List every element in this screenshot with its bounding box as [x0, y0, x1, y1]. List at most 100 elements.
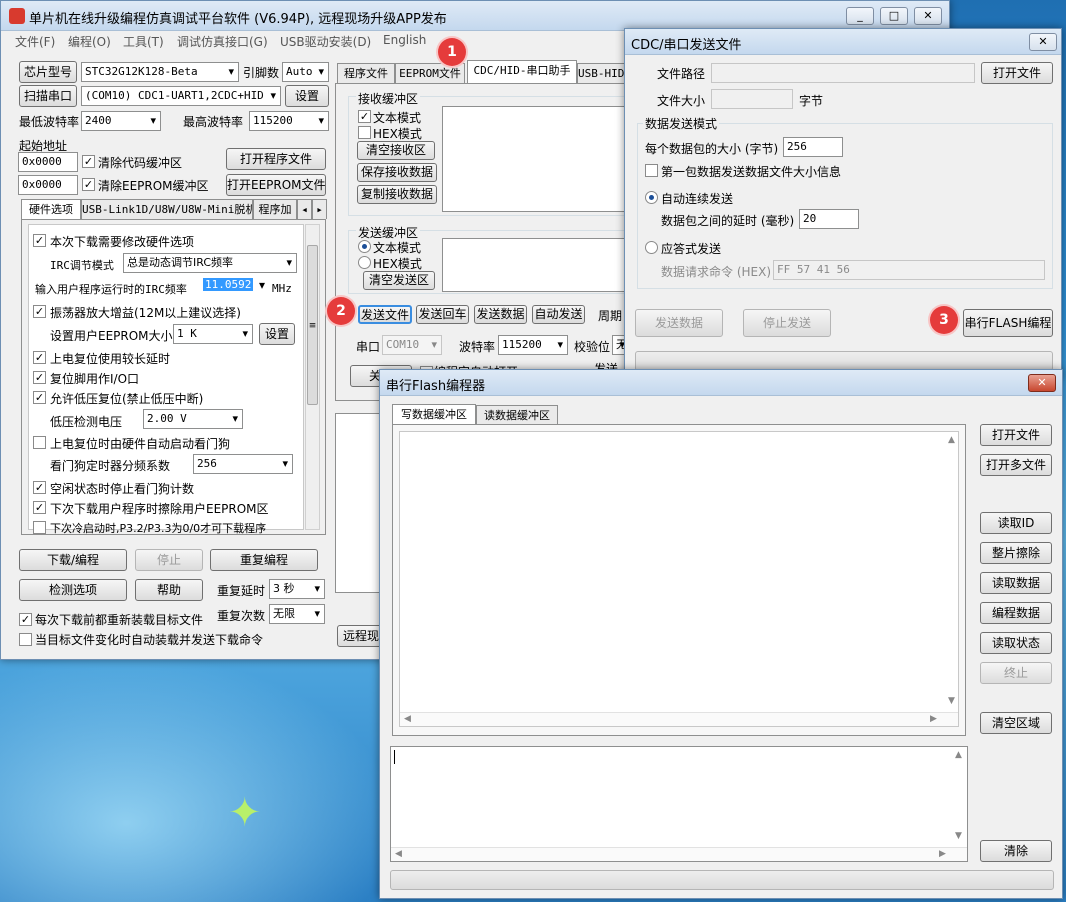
program-data-button[interactable]: 编程数据: [980, 602, 1052, 624]
write-scroll-right-icon[interactable]: ▶: [930, 714, 937, 724]
scan-port-button[interactable]: 扫描串口: [19, 85, 77, 107]
baud-rate-select[interactable]: 115200: [498, 335, 568, 355]
help-button[interactable]: 帮助: [135, 579, 203, 601]
packet-delay-input[interactable]: 20: [799, 209, 859, 229]
flash-log-area[interactable]: ▲ ▼ ◀ ▶: [390, 746, 968, 862]
irc-frequency-dropdown-icon[interactable]: ▾: [259, 278, 265, 292]
long-delay-checkbox[interactable]: ✓: [33, 351, 46, 364]
send-text-mode-radio[interactable]: [358, 240, 371, 253]
min-baud-select[interactable]: 2400: [81, 111, 161, 131]
wdt-auto-checkbox[interactable]: [33, 436, 46, 449]
clear-recv-button[interactable]: 清空接收区: [357, 141, 435, 160]
tab-usb-link[interactable]: USB-Link1D/U8W/U8W-Mini脱机: [81, 199, 253, 219]
log-scroll-up-icon[interactable]: ▲: [955, 750, 962, 760]
irc-frequency-value[interactable]: 11.0592: [203, 278, 254, 291]
clear-log-button[interactable]: 清除: [980, 840, 1052, 862]
tab-program-add[interactable]: 程序加: [253, 199, 297, 219]
auto-send-button[interactable]: 自动发送: [532, 305, 585, 324]
clear-code-checkbox[interactable]: ✓: [82, 155, 95, 168]
cdc-stop-send-button[interactable]: 停止发送: [743, 309, 831, 337]
tab-scroll-right-button[interactable]: ▸: [312, 199, 327, 219]
pins-select[interactable]: Auto: [282, 62, 329, 82]
idle-wdt-checkbox[interactable]: ✓: [33, 481, 46, 494]
reload-checkbox[interactable]: ✓: [19, 613, 32, 626]
open-program-file-button[interactable]: 打开程序文件: [226, 148, 326, 170]
osc-gain-checkbox[interactable]: ✓: [33, 305, 46, 318]
tab-usb-hid[interactable]: USB-HID: [577, 63, 625, 83]
tab-hardware-options[interactable]: 硬件选项: [21, 199, 81, 219]
packet-size-input[interactable]: 256: [783, 137, 843, 157]
stop-button[interactable]: 停止: [135, 549, 203, 571]
max-baud-select[interactable]: 115200: [249, 111, 329, 131]
log-scroll-right-icon[interactable]: ▶: [939, 849, 946, 859]
tab-eeprom-file[interactable]: EEPROM文件: [395, 63, 465, 83]
log-scroll-down-icon[interactable]: ▼: [955, 831, 962, 841]
hw-modify-checkbox[interactable]: ✓: [33, 234, 46, 247]
irc-mode-select[interactable]: 总是动态调节IRC频率: [123, 253, 297, 273]
read-id-button[interactable]: 读取ID: [980, 512, 1052, 534]
recv-text-mode-checkbox[interactable]: ✓: [358, 110, 371, 123]
tab-program-file[interactable]: 程序文件: [337, 63, 395, 83]
download-program-button[interactable]: 下载/编程: [19, 549, 127, 571]
auto-continuous-radio[interactable]: [645, 191, 658, 204]
cdc-open-file-button[interactable]: 打开文件: [981, 62, 1053, 84]
terminate-button[interactable]: 终止: [980, 662, 1052, 684]
write-scroll-up-icon[interactable]: ▲: [948, 435, 955, 445]
clear-eeprom-checkbox[interactable]: ✓: [82, 178, 95, 191]
low-voltage-select[interactable]: 2.00 V: [143, 409, 243, 429]
repeat-count-select[interactable]: 无限: [269, 604, 325, 624]
menu-file[interactable]: 文件(F): [15, 33, 55, 50]
clear-send-button[interactable]: 清空发送区: [363, 271, 435, 290]
ack-send-radio[interactable]: [645, 241, 658, 254]
menu-tools[interactable]: 工具(T): [123, 33, 164, 50]
request-command-input[interactable]: FF 57 41 56: [773, 260, 1045, 280]
write-scroll-left-icon[interactable]: ◀: [404, 714, 411, 724]
chip-type-button[interactable]: 芯片型号: [19, 61, 77, 83]
minimize-button[interactable]: _: [846, 7, 874, 25]
flash-close-button[interactable]: ✕: [1028, 374, 1056, 392]
open-eeprom-file-button[interactable]: 打开EEPROM文件: [226, 174, 326, 196]
wdt-divider-select[interactable]: 256: [193, 454, 293, 474]
scrollbar-thumb[interactable]: ≡: [307, 245, 318, 405]
menu-program[interactable]: 编程(O): [68, 33, 111, 50]
reset-io-checkbox[interactable]: ✓: [33, 371, 46, 384]
send-hex-mode-radio[interactable]: [358, 256, 371, 269]
maximize-button[interactable]: □: [880, 7, 908, 25]
flash-open-multi-file-button[interactable]: 打开多文件: [980, 454, 1052, 476]
erase-eeprom-checkbox[interactable]: ✓: [33, 501, 46, 514]
port-select[interactable]: (COM10) CDC1-UART1,2CDC+HID: [81, 86, 281, 106]
tab-scroll-left-button[interactable]: ◂: [297, 199, 312, 219]
send-return-button[interactable]: 发送回车: [416, 305, 469, 324]
log-scroll-left-icon[interactable]: ◀: [395, 849, 402, 859]
close-button[interactable]: ✕: [914, 7, 942, 25]
port-settings-button[interactable]: 设置: [285, 85, 329, 107]
save-recv-button[interactable]: 保存接收数据: [357, 163, 437, 182]
read-status-button[interactable]: 读取状态: [980, 632, 1052, 654]
chip-type-select[interactable]: STC32G12K128-Beta: [81, 62, 239, 82]
cdc-send-data-button[interactable]: 发送数据: [635, 309, 723, 337]
detect-options-button[interactable]: 检测选项: [19, 579, 127, 601]
serial-port-select[interactable]: COM10: [382, 335, 442, 355]
eeprom-address-input[interactable]: 0x0000: [18, 175, 78, 195]
recv-text-area[interactable]: [442, 106, 632, 212]
first-packet-checkbox[interactable]: [645, 164, 658, 177]
autoload-checkbox[interactable]: [19, 633, 32, 646]
chip-erase-button[interactable]: 整片擦除: [980, 542, 1052, 564]
log-horizontal-scrollbar[interactable]: [391, 847, 967, 861]
low-voltage-reset-checkbox[interactable]: ✓: [33, 391, 46, 404]
send-text-area[interactable]: [442, 238, 632, 292]
write-scroll-down-icon[interactable]: ▼: [948, 696, 955, 706]
write-horizontal-scrollbar[interactable]: [400, 712, 958, 726]
clear-area-button[interactable]: 清空区域: [980, 712, 1052, 734]
cdc-close-button[interactable]: ✕: [1029, 33, 1057, 51]
send-data-button[interactable]: 发送数据: [474, 305, 527, 324]
recv-hex-mode-checkbox[interactable]: [358, 126, 371, 139]
copy-recv-button[interactable]: 复制接收数据: [357, 185, 437, 204]
send-file-button[interactable]: 发送文件: [358, 305, 412, 324]
tab-cdc-hid-assistant[interactable]: CDC/HID-串口助手: [467, 60, 577, 83]
code-address-input[interactable]: 0x0000: [18, 152, 78, 172]
menu-debug[interactable]: 调试仿真接口(G): [177, 33, 268, 50]
repeat-program-button[interactable]: 重复编程: [210, 549, 318, 571]
eeprom-size-set-button[interactable]: 设置: [259, 323, 295, 345]
remote-upgrade-button[interactable]: 远程现: [337, 625, 385, 647]
